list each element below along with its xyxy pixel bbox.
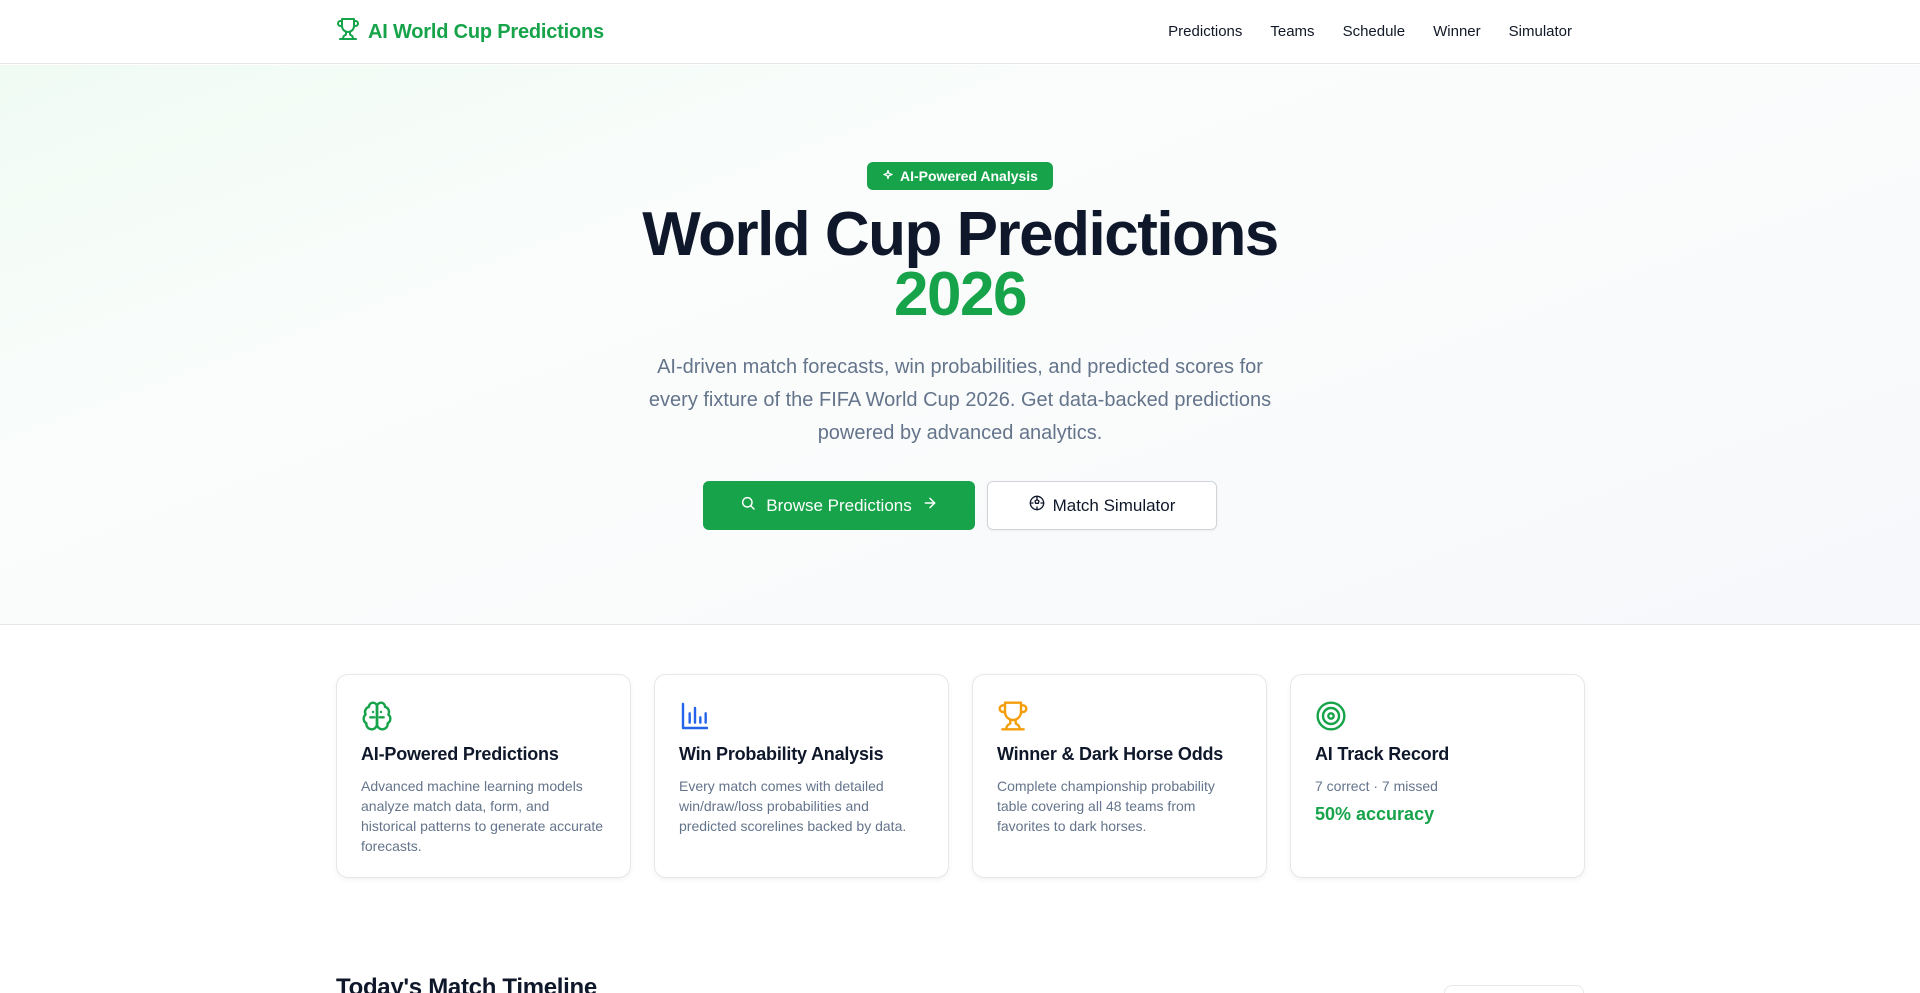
feature-description: Every match comes with detailed win/draw… <box>679 778 907 834</box>
feature-title: AI Track Record <box>1315 744 1450 764</box>
badge-label: AI-Powered Analysis <box>900 168 1038 184</box>
feature-card-win-probability: Win Probability Analysis Every match com… <box>654 674 949 878</box>
main-nav: Predictions Teams Schedule Winner Simula… <box>1168 20 1572 44</box>
sparkle-icon <box>882 168 894 184</box>
hero-section: AI-Powered Analysis World Cup Prediction… <box>0 65 1920 625</box>
browse-predictions-button[interactable]: Browse Predictions <box>703 481 975 530</box>
track-record-stats: 7 correct · 7 missed <box>1315 778 1438 794</box>
feature-card-ai-predictions: AI-Powered Predictions Advanced machine … <box>336 674 631 878</box>
hero-title-year: 2026 <box>894 260 1027 329</box>
feature-card-track-record: AI Track Record 7 correct · 7 missed 50%… <box>1290 674 1585 878</box>
hero-title: World Cup Predictions 2026 <box>0 204 1920 329</box>
timeline-control[interactable] <box>1444 985 1584 993</box>
match-simulator-label: Match Simulator <box>1052 495 1176 515</box>
match-simulator-button[interactable]: Match Simulator <box>987 481 1217 530</box>
arrow-right-icon <box>922 495 938 516</box>
feature-title: AI-Powered Predictions <box>361 744 559 764</box>
ai-badge: AI-Powered Analysis <box>867 162 1053 190</box>
nav-simulator[interactable]: Simulator <box>1509 20 1572 44</box>
nav-predictions[interactable]: Predictions <box>1168 20 1242 44</box>
site-header: AI World Cup Predictions Predictions Tea… <box>0 0 1920 64</box>
feature-description: Complete championship probability table … <box>997 778 1215 834</box>
timeline-title: Today's Match Timeline <box>336 974 597 993</box>
feature-title: Win Probability Analysis <box>679 744 884 764</box>
nav-teams[interactable]: Teams <box>1270 20 1314 44</box>
hero-title-main: World Cup Predictions <box>642 200 1279 269</box>
brand-link[interactable]: AI World Cup Predictions <box>336 18 604 46</box>
nav-schedule[interactable]: Schedule <box>1343 20 1406 44</box>
feature-title: Winner & Dark Horse Odds <box>997 744 1224 764</box>
trophy-icon <box>336 17 360 47</box>
feature-card-winner-odds: Winner & Dark Horse Odds Complete champi… <box>972 674 1267 878</box>
search-icon <box>740 495 756 516</box>
brain-icon <box>361 700 393 732</box>
target-icon <box>1315 700 1347 732</box>
hero-subtitle: AI-driven match forecasts, win probabili… <box>648 356 1272 444</box>
nav-winner[interactable]: Winner <box>1433 20 1481 44</box>
feature-description: Advanced machine learning models analyze… <box>361 778 604 854</box>
accuracy-value: 50% accuracy <box>1315 804 1435 824</box>
brand-name: AI World Cup Predictions <box>368 20 604 43</box>
soccer-ball-icon <box>1029 495 1045 516</box>
trophy-icon <box>997 700 1029 732</box>
browse-predictions-label: Browse Predictions <box>766 495 912 515</box>
bar-chart-icon <box>679 700 711 732</box>
